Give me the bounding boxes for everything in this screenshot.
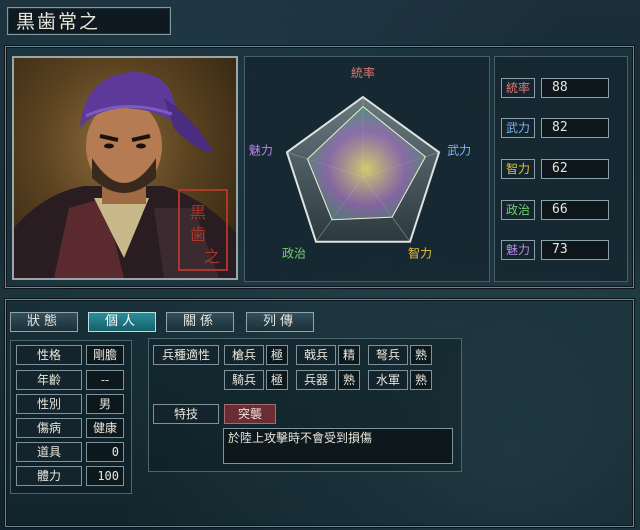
stat-label: 政治 <box>501 200 535 220</box>
radar-axis-label: 武力 <box>447 143 471 157</box>
stat-label: 統率 <box>501 78 535 98</box>
radar-axis-label: 政治 <box>282 247 306 261</box>
stat-value: 66 <box>541 200 609 220</box>
aptitude-unit: 槍兵 <box>224 345 264 365</box>
personal-label: 性格 <box>16 345 82 365</box>
tab-biography[interactable]: 列傳 <box>246 312 314 332</box>
personal-value: 剛膽 <box>86 345 124 365</box>
personal-label: 體力 <box>16 466 82 486</box>
officer-portrait: 黒 歯 之 <box>12 56 238 280</box>
skill-description: 於陸上攻擊時不會受到損傷 <box>223 428 453 464</box>
personal-label: 性別 <box>16 394 82 414</box>
aptitude-grade: 熟 <box>338 370 360 390</box>
personal-value: 健康 <box>86 418 124 438</box>
stat-label: 智力 <box>501 159 535 179</box>
personal-value: 男 <box>86 394 124 414</box>
personal-label: 年齡 <box>16 370 82 390</box>
personal-label: 道具 <box>16 442 82 462</box>
stat-value: 73 <box>541 240 609 260</box>
personal-value: -- <box>86 370 124 390</box>
aptitude-unit: 騎兵 <box>224 370 264 390</box>
radar-axis-label: 智力 <box>408 246 432 261</box>
aptitude-header: 兵種適性 <box>153 345 219 365</box>
radar-panel: 統率武力智力 政治 魅力 <box>244 56 490 282</box>
tab-relations[interactable]: 關係 <box>166 312 234 332</box>
personal-label: 傷病 <box>16 418 82 438</box>
svg-text:黒: 黒 <box>190 203 206 222</box>
portrait-illustration: 黒 歯 之 <box>14 72 236 278</box>
personal-value: 100 <box>86 466 124 486</box>
aptitude-unit: 弩兵 <box>368 345 408 365</box>
stats-panel: 統率 88 武力 82 智力 62 政治 66 魅力 73 <box>494 56 628 282</box>
aptitude-unit: 戟兵 <box>296 345 336 365</box>
svg-text:歯: 歯 <box>190 225 206 244</box>
ability-radar-chart: 統率武力智力 政治 魅力 <box>249 65 471 261</box>
personal-value: 0 <box>86 442 124 462</box>
aptitude-grade: 極 <box>266 370 288 390</box>
stat-label: 武力 <box>501 118 535 138</box>
svg-text:之: 之 <box>204 247 220 266</box>
radar-axis-label: 統率 <box>351 65 375 80</box>
aptitude-grade: 精 <box>338 345 360 365</box>
stat-value: 88 <box>541 78 609 98</box>
tab-personal[interactable]: 個人 <box>88 312 156 332</box>
aptitude-unit: 水軍 <box>368 370 408 390</box>
skill-name[interactable]: 突襲 <box>224 404 276 424</box>
aptitude-grade: 熟 <box>410 345 432 365</box>
aptitude-grade: 熟 <box>410 370 432 390</box>
stat-value: 82 <box>541 118 609 138</box>
stat-value: 62 <box>541 159 609 179</box>
skill-header: 特技 <box>153 404 219 424</box>
aptitude-grade: 極 <box>266 345 288 365</box>
aptitude-unit: 兵器 <box>296 370 336 390</box>
tab-status[interactable]: 狀態 <box>10 312 78 332</box>
radar-axis-label: 魅力 <box>249 142 273 157</box>
stat-label: 魅力 <box>501 240 535 260</box>
officer-name: 黒歯常之 <box>7 7 171 35</box>
